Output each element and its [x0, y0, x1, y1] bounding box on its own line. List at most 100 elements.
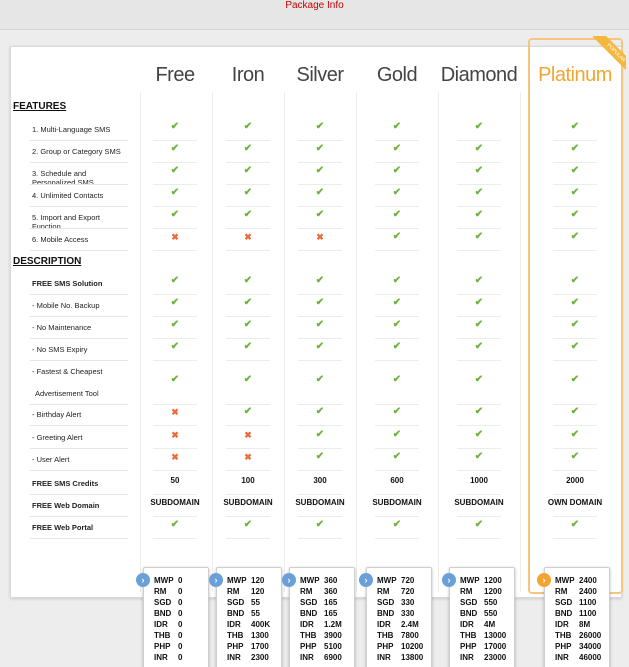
cell-divider: [153, 228, 197, 229]
price-row: INR 2300: [227, 653, 281, 663]
price-amount: 360: [324, 576, 338, 585]
price-row: THB 13000: [460, 631, 514, 641]
price-row: SGD 550: [460, 598, 514, 608]
cross-icon: ✖: [244, 232, 252, 242]
cell-divider: [226, 184, 270, 185]
price-row: BND 0: [154, 609, 208, 619]
chevron-right-icon[interactable]: ›: [537, 573, 551, 587]
check-icon: ✔: [474, 341, 484, 352]
price-amount: 165: [324, 598, 338, 607]
price-row: THB 0: [154, 631, 208, 641]
price-row: RM 0: [154, 587, 208, 597]
price-row: PHP 0: [154, 642, 208, 652]
cell-divider: [457, 228, 501, 229]
cell-divider: [226, 338, 270, 339]
check-icon: ✔: [170, 165, 180, 176]
cell-divider: [153, 360, 197, 361]
price-row: INR 13800: [377, 653, 431, 663]
check-icon: ✔: [170, 143, 180, 154]
cell-divider: [457, 184, 501, 185]
cell-divider: [226, 294, 270, 295]
cell-divider: [298, 162, 342, 163]
price-amount: 13800: [401, 653, 424, 662]
description-label: - No Maintenance: [32, 323, 92, 332]
cell-divider: [375, 338, 419, 339]
price-amount: 1200: [484, 576, 502, 585]
currency-code: THB: [227, 631, 244, 640]
chevron-right-icon[interactable]: ›: [209, 573, 223, 587]
cell-divider: [553, 294, 597, 295]
currency-code: INR: [154, 653, 168, 662]
check-icon: ✔: [243, 143, 253, 154]
row-divider: [30, 250, 128, 251]
cell-divider: [298, 338, 342, 339]
row-divider: [30, 338, 128, 339]
cell-divider: [226, 162, 270, 163]
price-amount: 550: [484, 598, 498, 607]
features-heading: FEATURES: [13, 101, 67, 112]
currency-code: IDR: [300, 620, 314, 629]
check-icon: ✔: [392, 209, 402, 220]
cell-divider: [457, 360, 501, 361]
description-label: - Birthday Alert: [32, 410, 82, 419]
price-amount: 400K: [251, 620, 271, 629]
cell-divider: [457, 140, 501, 141]
price-row: INR 23000: [460, 653, 514, 663]
price-row: RM 120: [227, 587, 281, 597]
chevron-right-icon[interactable]: ›: [359, 573, 373, 587]
chevron-right-icon[interactable]: ›: [136, 573, 150, 587]
currency-code: MWP: [154, 576, 174, 585]
check-icon: ✔: [315, 319, 325, 330]
price-row: BND 165: [300, 609, 354, 619]
price-row: BND 1100: [555, 609, 609, 619]
price-amount: 10200: [401, 642, 424, 651]
cell-divider: [153, 448, 197, 449]
check-icon: ✔: [170, 374, 180, 385]
cell-divider: [457, 538, 501, 539]
cell-divider: [226, 448, 270, 449]
check-icon: ✔: [315, 451, 325, 462]
description-label: - Fastest & Cheapest: [32, 367, 103, 376]
cell-divider: [298, 316, 342, 317]
currency-code: IDR: [227, 620, 241, 629]
price-amount: 0: [178, 576, 183, 585]
check-icon: ✔: [392, 406, 402, 417]
cell-value: OWN DOMAIN: [547, 498, 603, 507]
price-amount: 34000: [579, 642, 602, 651]
currency-code: SGD: [460, 598, 478, 607]
check-icon: ✔: [392, 519, 402, 530]
currency-code: IDR: [555, 620, 569, 629]
chevron-right-icon[interactable]: ›: [282, 573, 296, 587]
cell-divider: [153, 184, 197, 185]
check-icon: ✔: [315, 209, 325, 220]
currency-code: SGD: [154, 598, 172, 607]
cell-divider: [375, 448, 419, 449]
cell-divider: [553, 184, 597, 185]
check-icon: ✔: [170, 319, 180, 330]
cell-divider: [153, 250, 197, 251]
cell-value: 300: [313, 476, 327, 485]
description-label: FREE Web Portal: [32, 523, 94, 532]
currency-code: SGD: [227, 598, 245, 607]
cell-divider: [375, 425, 419, 426]
price-amount: 55: [251, 609, 260, 618]
check-icon: ✔: [243, 374, 253, 385]
check-icon: ✔: [170, 519, 180, 530]
cell-divider: [375, 228, 419, 229]
cell-divider: [226, 470, 270, 471]
cell-divider: [553, 538, 597, 539]
price-row: MWP 0: [154, 576, 208, 586]
plan-name-iron: Iron: [231, 64, 265, 86]
description-label-continued: Advertisement Tool: [35, 389, 99, 398]
currency-code: THB: [377, 631, 394, 640]
chevron-right-icon[interactable]: ›: [442, 573, 456, 587]
cell-divider: [375, 516, 419, 517]
row-divider: [30, 494, 128, 495]
price-row: PHP 5100: [300, 642, 354, 652]
currency-code: BND: [460, 609, 478, 618]
cell-divider: [298, 250, 342, 251]
check-icon: ✔: [570, 275, 580, 286]
check-icon: ✔: [474, 231, 484, 242]
price-row: SGD 0: [154, 598, 208, 608]
row-divider: [30, 538, 128, 539]
